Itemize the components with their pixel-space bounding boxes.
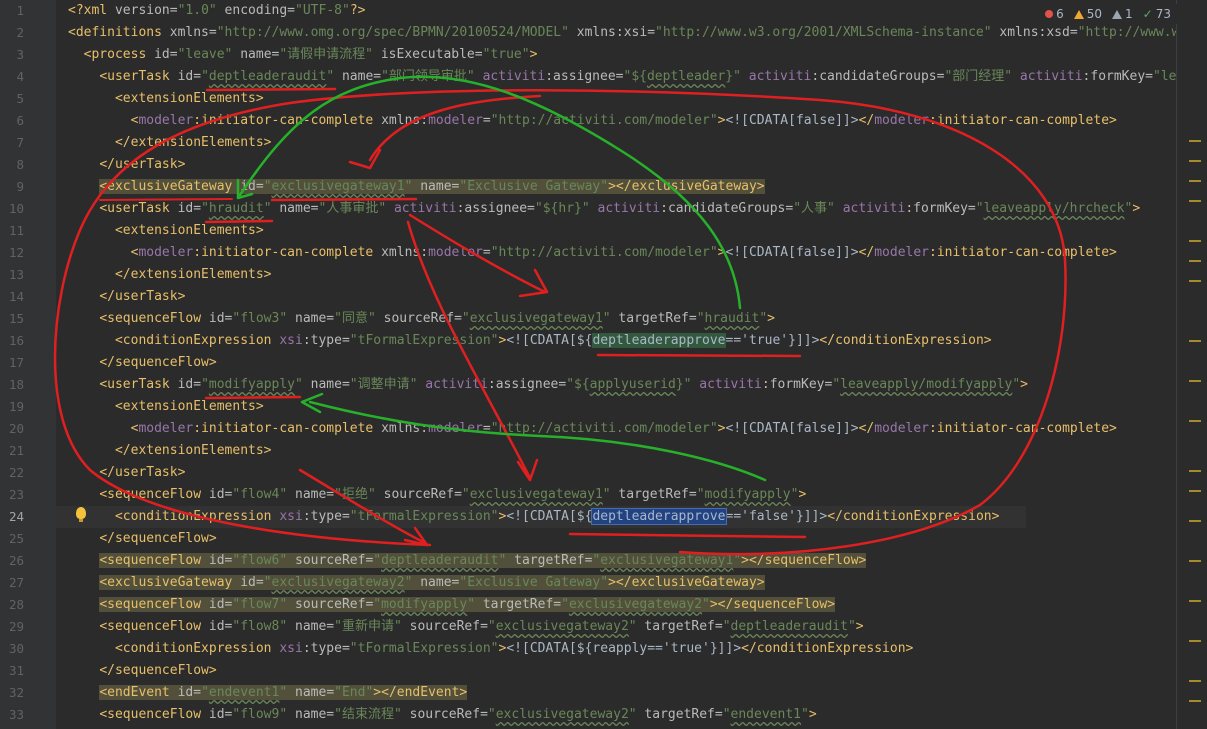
red-loop-annotation <box>53 89 1067 556</box>
annotation-overlay <box>53 75 1067 556</box>
red-underline-exclusivegateway1 <box>270 197 418 202</box>
green-arrow-flow3 <box>236 75 742 310</box>
red-underline-true <box>596 353 802 358</box>
red-arrow-bottom <box>298 468 429 547</box>
red-underline-deptleaderaudit <box>205 87 337 92</box>
red-arrow-to-gateway <box>348 94 542 170</box>
red-underline-hraudit <box>204 219 274 224</box>
red-underline-gateway-tag <box>99 198 233 201</box>
red-arrow-hraudit-down <box>406 220 539 482</box>
red-underline-modifyapply <box>204 395 302 400</box>
red-underline-false <box>568 532 807 539</box>
